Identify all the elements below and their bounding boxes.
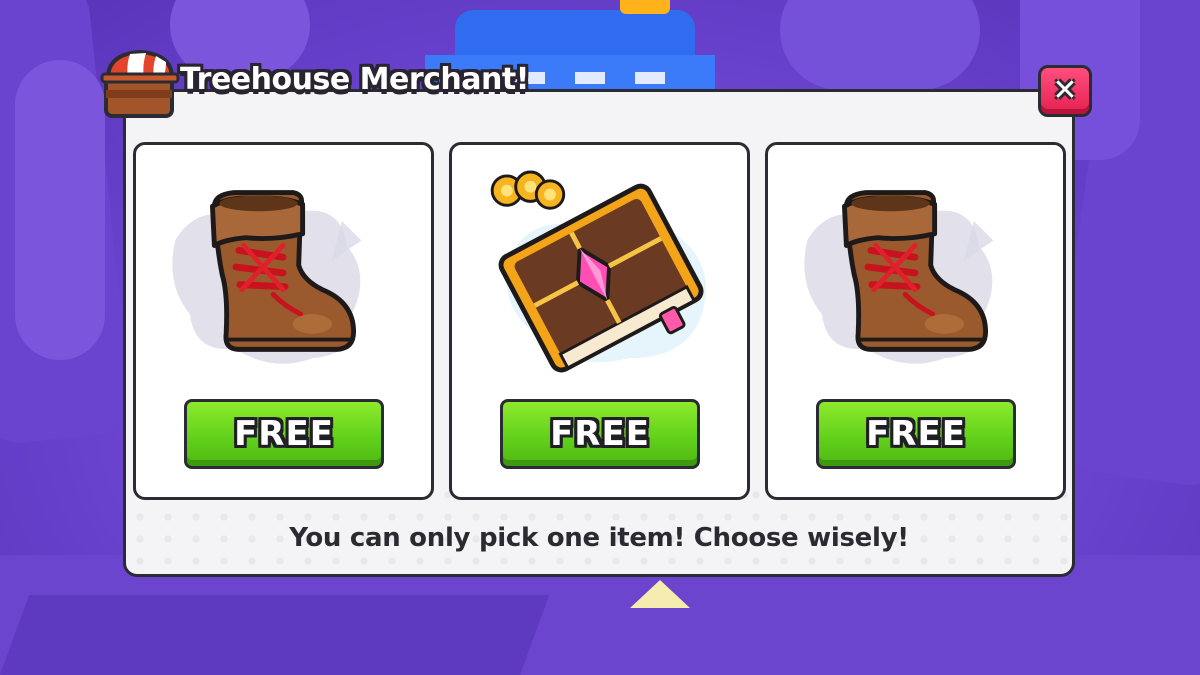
- dialog-header: Treehouse Merchant!: [100, 46, 620, 122]
- free-button-label: FREE: [550, 414, 650, 454]
- boot-icon: [172, 190, 362, 364]
- free-button[interactable]: FREE: [816, 399, 1016, 469]
- item-card-book[interactable]: FREE: [449, 142, 750, 500]
- item-card-boot-right[interactable]: FREE: [765, 142, 1066, 500]
- free-button-label: FREE: [866, 414, 966, 454]
- free-button[interactable]: FREE: [184, 399, 384, 469]
- chest-icon: [100, 49, 180, 118]
- hint-text: You can only pick one item! Choose wisel…: [289, 523, 909, 553]
- enchant-book-icon: [490, 170, 706, 373]
- item-card-boot-left[interactable]: FREE: [133, 142, 434, 500]
- boot-icon: [804, 190, 994, 364]
- floor-marker: [630, 580, 690, 608]
- free-button-label: FREE: [234, 414, 334, 454]
- free-button[interactable]: FREE: [500, 399, 700, 469]
- close-icon: ✕: [1052, 73, 1078, 108]
- close-button[interactable]: ✕: [1038, 65, 1092, 117]
- dialog-title: Treehouse Merchant!: [180, 62, 529, 97]
